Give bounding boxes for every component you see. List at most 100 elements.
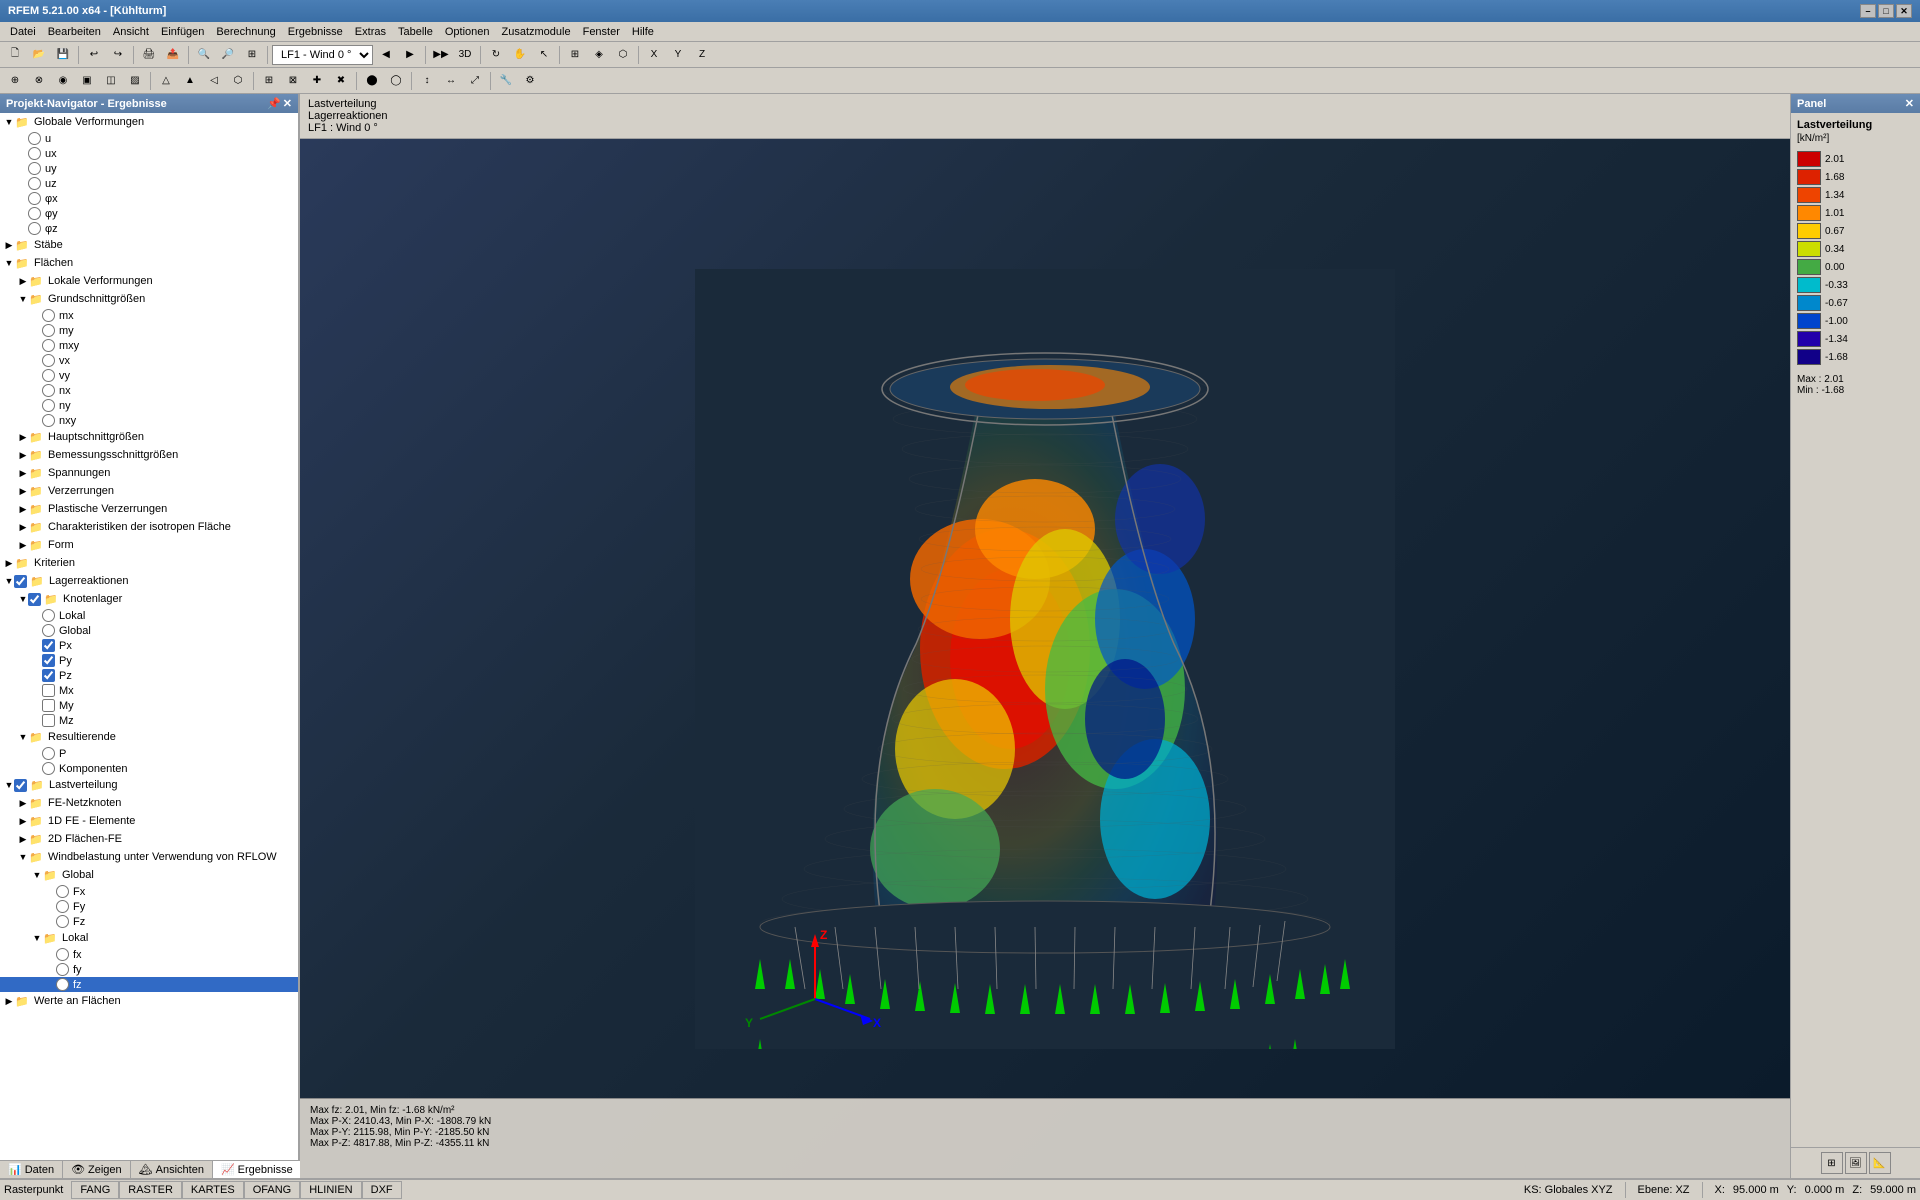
menu-extras[interactable]: Extras xyxy=(349,24,392,40)
tree-item-12[interactable]: mx xyxy=(0,308,298,323)
tab-daten[interactable]: 📊 Daten xyxy=(0,1161,63,1178)
tb2-18[interactable]: ↔ xyxy=(440,70,462,92)
tree-radio-47[interactable] xyxy=(56,885,69,898)
tb2-12[interactable]: ⊠ xyxy=(282,70,304,92)
tree-item-50[interactable]: ▼📁Lokal xyxy=(0,929,298,947)
tb2-11[interactable]: ⊞ xyxy=(258,70,280,92)
tb-next[interactable]: ▶ xyxy=(399,44,421,66)
tree-item-43[interactable]: ▶📁1D FE - Elemente xyxy=(0,812,298,830)
tree-item-16[interactable]: vy xyxy=(0,368,298,383)
tb-export[interactable]: 📤 xyxy=(162,44,184,66)
tree-radio-3[interactable] xyxy=(28,162,41,175)
tree-radio-52[interactable] xyxy=(56,963,69,976)
tree-item-10[interactable]: ▶📁Lokale Verformungen xyxy=(0,272,298,290)
tree-check-34[interactable] xyxy=(42,669,55,682)
menu-optionen[interactable]: Optionen xyxy=(439,24,496,40)
tb-zoom-in[interactable]: 🔍 xyxy=(193,44,215,66)
tb-open[interactable]: 📂 xyxy=(28,44,50,66)
tree-item-19[interactable]: nxy xyxy=(0,413,298,428)
load-case-combo[interactable]: LF1 - Wind 0 ° xyxy=(272,45,373,65)
tb2-3[interactable]: ◉ xyxy=(52,70,74,92)
tree-item-9[interactable]: ▼📁Flächen xyxy=(0,254,298,272)
tree-item-42[interactable]: ▶📁FE-Netzknoten xyxy=(0,794,298,812)
folder-check-41[interactable] xyxy=(14,779,27,792)
tree-radio-6[interactable] xyxy=(28,207,41,220)
status-tab-hlinien[interactable]: HLINIEN xyxy=(300,1181,361,1199)
tb2-6[interactable]: ▨ xyxy=(124,70,146,92)
menu-datei[interactable]: Datei xyxy=(4,24,42,40)
menu-tabelle[interactable]: Tabelle xyxy=(392,24,439,40)
status-tab-kartes[interactable]: KARTES xyxy=(182,1181,244,1199)
tb-zview[interactable]: Z xyxy=(691,44,713,66)
tree-item-1[interactable]: u xyxy=(0,131,298,146)
tb2-2[interactable]: ⊗ xyxy=(28,70,50,92)
tree-item-39[interactable]: P xyxy=(0,746,298,761)
tree-item-27[interactable]: ▶📁Kriterien xyxy=(0,554,298,572)
tab-zeigen[interactable]: 👁 Zeigen xyxy=(63,1161,131,1178)
tb-render[interactable]: ◈ xyxy=(588,44,610,66)
panel-btn-2[interactable]: 🖼 xyxy=(1845,1152,1867,1174)
tree-radio-15[interactable] xyxy=(42,354,55,367)
tree-item-20[interactable]: ▶📁Hauptschnittgrößen xyxy=(0,428,298,446)
tb2-14[interactable]: ✖ xyxy=(330,70,352,92)
tb-prev[interactable]: ◀ xyxy=(375,44,397,66)
tb-undo[interactable]: ↩ xyxy=(83,44,105,66)
tree-item-29[interactable]: ▼📁Knotenlager xyxy=(0,590,298,608)
menu-ergebnisse[interactable]: Ergebnisse xyxy=(282,24,349,40)
tree-check-36[interactable] xyxy=(42,699,55,712)
tree-item-38[interactable]: ▼📁Resultierende xyxy=(0,728,298,746)
tree-item-5[interactable]: φx xyxy=(0,191,298,206)
panel-close-button[interactable]: ✕ xyxy=(1905,97,1914,110)
viewport[interactable]: Z X Y xyxy=(300,139,1790,1178)
tree-item-40[interactable]: Komponenten xyxy=(0,761,298,776)
tb-wire[interactable]: ⬡ xyxy=(612,44,634,66)
tree-item-30[interactable]: Lokal xyxy=(0,608,298,623)
tb-3d[interactable]: 3D xyxy=(454,44,476,66)
tb-save[interactable]: 💾 xyxy=(52,44,74,66)
tree-radio-53[interactable] xyxy=(56,978,69,991)
tree-check-32[interactable] xyxy=(42,639,55,652)
tb2-4[interactable]: ▣ xyxy=(76,70,98,92)
tree-check-33[interactable] xyxy=(42,654,55,667)
tb-zoom-out[interactable]: 🔎 xyxy=(217,44,239,66)
tree-item-18[interactable]: ny xyxy=(0,398,298,413)
tb2-1[interactable]: ⊕ xyxy=(4,70,26,92)
tb2-9[interactable]: ◁ xyxy=(203,70,225,92)
tree-radio-17[interactable] xyxy=(42,384,55,397)
tree-item-52[interactable]: fy xyxy=(0,962,298,977)
tb-xview[interactable]: X xyxy=(643,44,665,66)
nav-close-button[interactable]: ✕ xyxy=(283,97,292,110)
tree-radio-30[interactable] xyxy=(42,609,55,622)
tree-radio-31[interactable] xyxy=(42,624,55,637)
tree-radio-2[interactable] xyxy=(28,147,41,160)
tb2-17[interactable]: ↕ xyxy=(416,70,438,92)
tree-radio-18[interactable] xyxy=(42,399,55,412)
tree-item-36[interactable]: My xyxy=(0,698,298,713)
tree-radio-7[interactable] xyxy=(28,222,41,235)
tree-item-49[interactable]: Fz xyxy=(0,914,298,929)
panel-btn-1[interactable]: ⊞ xyxy=(1821,1152,1843,1174)
tb2-5[interactable]: ◫ xyxy=(100,70,122,92)
tree-item-6[interactable]: φy xyxy=(0,206,298,221)
tb-grid[interactable]: ⊞ xyxy=(564,44,586,66)
tree-item-31[interactable]: Global xyxy=(0,623,298,638)
tree-check-37[interactable] xyxy=(42,714,55,727)
menu-zusatzmodule[interactable]: Zusatzmodule xyxy=(496,24,577,40)
tb2-19[interactable]: ⤢ xyxy=(464,70,486,92)
tree-radio-19[interactable] xyxy=(42,414,55,427)
tree-item-28[interactable]: ▼📁Lagerreaktionen xyxy=(0,572,298,590)
tb-run[interactable]: ▶▶ xyxy=(430,44,452,66)
status-tab-ofang[interactable]: OFANG xyxy=(244,1181,301,1199)
tree-item-54[interactable]: ▶📁Werte an Flächen xyxy=(0,992,298,1010)
menu-einfuegen[interactable]: Einfügen xyxy=(155,24,210,40)
tree-item-17[interactable]: nx xyxy=(0,383,298,398)
tree-item-13[interactable]: my xyxy=(0,323,298,338)
status-tab-dxf[interactable]: DXF xyxy=(362,1181,402,1199)
tree-item-34[interactable]: Pz xyxy=(0,668,298,683)
tree-radio-13[interactable] xyxy=(42,324,55,337)
tree-radio-16[interactable] xyxy=(42,369,55,382)
tree-item-7[interactable]: φz xyxy=(0,221,298,236)
tree-item-0[interactable]: ▼📁Globale Verformungen xyxy=(0,113,298,131)
status-tab-fang[interactable]: FANG xyxy=(71,1181,119,1199)
tb2-16[interactable]: ◯ xyxy=(385,70,407,92)
